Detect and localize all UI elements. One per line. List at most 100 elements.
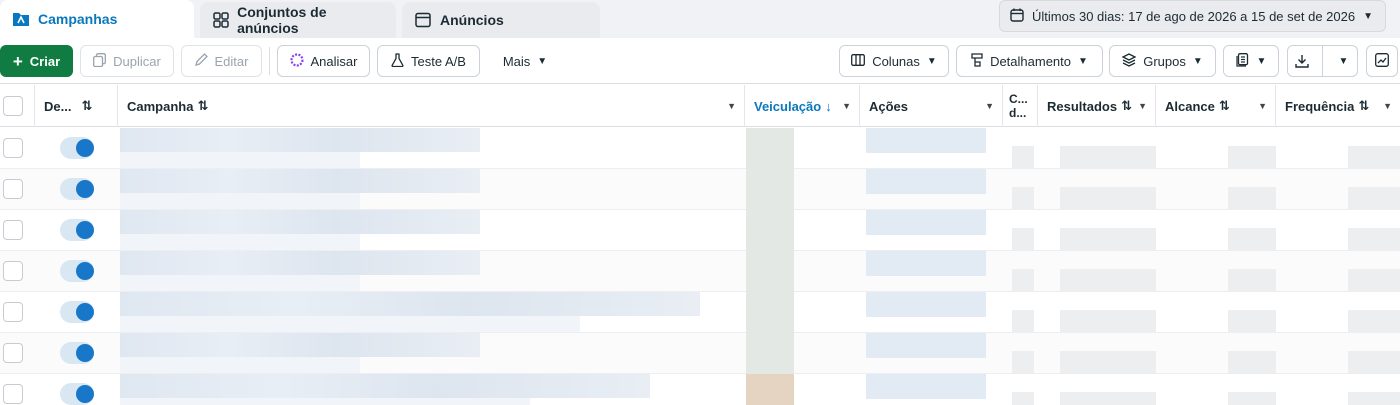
campaign-name-obscured[interactable]: [120, 292, 700, 316]
campaign-subtext-obscured: [120, 151, 360, 168]
more-label: Mais: [502, 53, 531, 69]
ab-test-button[interactable]: Teste A/B: [377, 45, 480, 77]
tab-label: Campanhas: [38, 11, 118, 27]
delivery-toggle[interactable]: [60, 342, 94, 364]
sort-icon[interactable]: ⇅: [1121, 98, 1132, 114]
duplicate-icon: [93, 52, 107, 70]
groups-button[interactable]: Grupos ▼: [1109, 45, 1216, 77]
select-all-checkbox[interactable]: [3, 96, 23, 116]
actions-obscured: [866, 210, 986, 235]
row-checkbox[interactable]: [3, 220, 23, 240]
campaign-name-obscured[interactable]: [120, 169, 480, 193]
campaign-subtext-obscured: [120, 274, 360, 291]
sort-icon[interactable]: ⇅: [1358, 98, 1369, 114]
column-label: Veiculação: [754, 98, 822, 114]
columns-button[interactable]: Colunas ▼: [839, 45, 949, 77]
actions-obscured: [866, 251, 986, 276]
download-icon[interactable]: [1288, 54, 1315, 68]
row-checkbox[interactable]: [3, 261, 23, 281]
column-label: Ações: [869, 98, 909, 114]
tab-campaigns[interactable]: Campanhas: [0, 0, 194, 38]
column-campaign[interactable]: Campanha ⇅ ▼: [118, 85, 745, 127]
row-checkbox[interactable]: [3, 138, 23, 158]
chevron-down-icon[interactable]: ▼: [1138, 101, 1147, 111]
metric-obscured: [1131, 186, 1156, 210]
edit-button[interactable]: Editar: [181, 45, 262, 77]
campaign-name-obscured[interactable]: [120, 128, 480, 152]
row-checkbox[interactable]: [3, 302, 23, 322]
flask-icon: [391, 52, 404, 70]
metric-obscured: [1348, 391, 1400, 405]
metric-obscured: [1228, 350, 1276, 374]
reports-icon: [1235, 52, 1250, 70]
duplicate-button[interactable]: Duplicar: [80, 45, 174, 77]
sort-desc-icon[interactable]: ↓: [825, 99, 832, 114]
delivery-toggle[interactable]: [60, 301, 94, 323]
column-delivery-toggle[interactable]: De... ⇅: [35, 85, 118, 127]
breakdown-button[interactable]: Detalhamento ▼: [956, 45, 1103, 77]
delivery-status-obscured: [746, 251, 794, 292]
export-button[interactable]: ▼: [1287, 45, 1358, 77]
sort-icon[interactable]: ⇅: [1219, 98, 1230, 114]
column-truncated[interactable]: C... d...: [1003, 85, 1038, 127]
campaign-name-obscured[interactable]: [120, 251, 480, 275]
row-checkbox[interactable]: [3, 343, 23, 363]
chevron-down-icon[interactable]: ▼: [1330, 56, 1357, 67]
campaign-name-obscured[interactable]: [120, 210, 480, 234]
column-frequency[interactable]: Frequência ⇅ ▼: [1276, 85, 1400, 127]
metric-obscured: [1012, 186, 1034, 210]
metric-obscured: [1012, 145, 1034, 169]
campaign-name-obscured[interactable]: [120, 333, 480, 357]
actions-obscured: [866, 333, 986, 358]
analyze-button[interactable]: Analisar: [277, 45, 370, 77]
chevron-down-icon[interactable]: ▼: [1258, 101, 1267, 111]
tab-label: Anúncios: [440, 12, 504, 28]
actions-obscured: [866, 292, 986, 317]
actions-obscured: [866, 169, 986, 194]
table-row[interactable]: [0, 374, 1400, 405]
chevron-down-icon: ▼: [926, 55, 937, 67]
charts-button[interactable]: [1366, 45, 1398, 77]
table-row[interactable]: [0, 210, 1400, 251]
toggle-knob: [76, 262, 94, 280]
delivery-toggle[interactable]: [60, 383, 94, 405]
table-row[interactable]: [0, 251, 1400, 292]
sort-icon[interactable]: ⇅: [197, 98, 208, 114]
column-actions[interactable]: Ações ▼: [860, 85, 1003, 127]
campaign-name-obscured[interactable]: [120, 374, 650, 398]
delivery-toggle[interactable]: [60, 178, 94, 200]
column-reach[interactable]: Alcance ⇅ ▼: [1156, 85, 1276, 127]
row-checkbox[interactable]: [3, 384, 23, 404]
metric-obscured: [1228, 391, 1276, 405]
metric-obscured: [1012, 227, 1034, 251]
chevron-down-icon[interactable]: ▼: [727, 101, 736, 111]
table-row[interactable]: [0, 169, 1400, 210]
metric-obscured: [1131, 268, 1156, 292]
delivery-toggle[interactable]: [60, 137, 94, 159]
reports-menu-button[interactable]: ▼: [1223, 45, 1279, 77]
delivery-status-obscured: [746, 169, 794, 210]
column-delivery[interactable]: Veiculação ↓ ▼: [745, 85, 860, 127]
chevron-down-icon[interactable]: ▼: [1383, 101, 1392, 111]
create-button[interactable]: + Criar: [0, 45, 73, 77]
metric-obscured: [1228, 145, 1276, 169]
chevron-down-icon[interactable]: ▼: [842, 101, 851, 111]
table-row[interactable]: [0, 128, 1400, 169]
delivery-toggle[interactable]: [60, 260, 94, 282]
sort-icon[interactable]: ⇅: [81, 98, 92, 114]
tab-ad-sets[interactable]: Conjuntos de anúncios: [200, 2, 396, 38]
folder-icon: [12, 10, 30, 28]
table-row[interactable]: [0, 333, 1400, 374]
row-checkbox[interactable]: [3, 179, 23, 199]
more-menu-button[interactable]: Mais ▼: [490, 45, 560, 77]
table-row[interactable]: [0, 292, 1400, 333]
column-label: Alcance: [1165, 98, 1215, 114]
column-label: De...: [44, 98, 72, 114]
chevron-down-icon[interactable]: ▼: [985, 101, 994, 111]
delivery-status-obscured: [746, 128, 794, 169]
column-results[interactable]: Resultados ⇅ ▼: [1038, 85, 1156, 127]
date-range-picker[interactable]: Últimos 30 dias: 17 de ago de 2026 a 15 …: [999, 0, 1386, 32]
delivery-toggle[interactable]: [60, 219, 94, 241]
tab-ads[interactable]: Anúncios: [402, 2, 600, 38]
toggle-knob: [76, 303, 94, 321]
